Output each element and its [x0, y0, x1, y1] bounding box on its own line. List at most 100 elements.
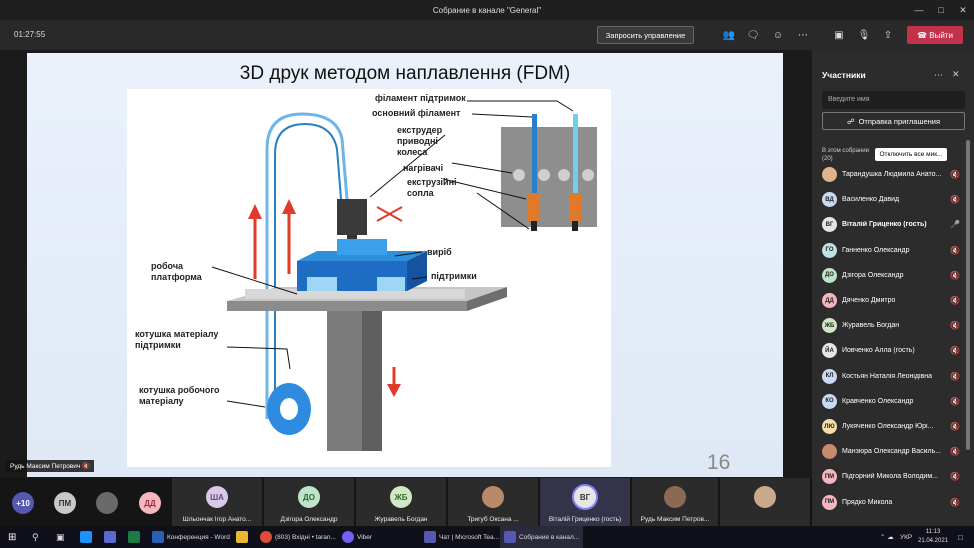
leave-button[interactable]: ☎ Выйти	[907, 26, 963, 44]
avatar[interactable]: ДД	[139, 492, 161, 514]
skype-icon[interactable]	[80, 526, 95, 548]
participants-icon[interactable]: 👥	[722, 28, 736, 42]
participant-row[interactable]: Манзюра Олександр Василь... 🔇	[822, 441, 967, 463]
more-actions-icon[interactable]: ⋯	[796, 28, 810, 42]
mic-off-icon[interactable]: 🔇	[950, 422, 960, 431]
clock-date: 21.04.2021	[918, 538, 949, 544]
participant-name: Лукяченко Олександр Юрі...	[842, 423, 934, 430]
participants-panel: Участники ⋯ ✕ Введите имя ☍ Отправка приг…	[812, 50, 974, 526]
task-view-icon[interactable]: ▣	[56, 526, 65, 548]
shared-screen-stage: 3D друк методом наплавлення (FDM) філаме…	[0, 50, 812, 478]
participant-tile-active[interactable]: ВГ Віталій Гриценко (гость)	[540, 478, 630, 526]
mic-off-icon[interactable]: 🔇	[950, 321, 960, 330]
share-icon: ☍	[846, 116, 855, 126]
label-main-spool: котушка робочого матеріалу	[139, 385, 220, 406]
mute-all-button[interactable]: Отключить все мик...	[875, 148, 947, 161]
mic-off-icon[interactable]: 🔇	[950, 296, 960, 305]
mic-off-icon[interactable]: 🔇	[950, 447, 960, 456]
participant-name: Шльончак Ігор Анато...	[182, 516, 252, 523]
label-nozzles: екструзійні сопла	[407, 177, 457, 198]
mic-off-icon[interactable]: 🔇	[950, 397, 960, 406]
clock-time: 11:13	[925, 529, 941, 535]
participant-tile[interactable]: ША Шльончак Ігор Анато...	[172, 478, 262, 526]
language-indicator[interactable]: УКР	[900, 526, 912, 548]
participant-row[interactable]: ЛЮ Лукяченко Олександр Юрі... 🔇	[822, 416, 967, 438]
meeting-toolbar: 01:27:55 Запросить управление 👥 🗨 ☺ ⋯ ▣ …	[0, 20, 974, 50]
reactions-icon[interactable]: ☺	[771, 28, 785, 42]
clock[interactable]: 11:13 21.04.2021	[918, 526, 948, 548]
request-control-button[interactable]: Запросить управление	[597, 26, 694, 44]
close-icon[interactable]: ✕	[952, 0, 974, 20]
search-icon[interactable]: ⚲	[32, 526, 39, 548]
participant-name: Дяченко Дмитро	[842, 297, 896, 304]
taskbar-viber[interactable]: Viber	[342, 526, 372, 548]
in-meeting-count[interactable]: В этом собрании (20)	[822, 147, 869, 163]
mic-off-icon[interactable]: 🔇	[950, 246, 960, 255]
participant-row[interactable]: ПМ Підгорний Микола Володим... 🔇	[822, 466, 967, 488]
participant-search-input[interactable]: Введите имя	[822, 91, 965, 109]
mic-off-icon[interactable]: 🔇	[950, 498, 960, 507]
maximize-icon[interactable]: □	[930, 0, 952, 20]
participant-row[interactable]: ЖБ Журавель Богдан 🔇	[822, 315, 967, 337]
participant-row[interactable]: ПМ Прядко Микола 🔇	[822, 492, 967, 514]
mic-off-icon[interactable]: 🎙	[857, 28, 871, 42]
share-screen-icon[interactable]: ⇧	[881, 28, 895, 42]
label-product: виріб	[427, 247, 452, 257]
participant-row[interactable]: ВГ Віталій Гриценко (гость) 🎤	[822, 214, 967, 236]
participant-row[interactable]: КЛ Костьян Наталія Леонідівна 🔇	[822, 366, 967, 388]
taskbar-teams-meeting-label: Собрание в канал...	[519, 533, 580, 541]
slide-title: 3D друк методом наплавлення (FDM)	[239, 63, 571, 84]
taskbar-word-label: Конференция - Word	[167, 533, 230, 541]
participant-name: Прядко Микола	[842, 498, 893, 506]
participant-tile[interactable]: ДО Дзігора Олександр	[264, 478, 354, 526]
avatar: ВД	[822, 192, 837, 208]
mic-off-icon[interactable]: 🔇	[950, 472, 960, 481]
mic-off-icon[interactable]: 🔇	[950, 346, 960, 355]
close-panel-icon[interactable]: ✕	[952, 69, 960, 80]
taskbar-teams-chat-label: Чат | Microsoft Tea...	[439, 533, 500, 541]
taskbar-teams-meeting[interactable]: Собрание в канал...	[500, 526, 584, 548]
participant-name: Кравченко Олександр	[842, 397, 914, 405]
participant-row[interactable]: КО Кравченко Олександр 🔇	[822, 391, 967, 413]
label-support-spool: котушка матеріалу підтримки	[135, 329, 219, 350]
minimize-icon[interactable]: —	[908, 0, 930, 20]
participant-tile[interactable]: ЖБ Журавель Богдан	[356, 478, 446, 526]
camera-off-icon[interactable]: ▣	[832, 28, 846, 42]
mic-off-icon[interactable]: 🔇	[950, 372, 960, 381]
avatar[interactable]	[96, 492, 118, 514]
taskbar-chrome[interactable]: (803) Вхідні • taran...	[260, 526, 336, 548]
mic-off-icon[interactable]: 🔇	[950, 271, 960, 280]
file-explorer-icon[interactable]	[236, 526, 251, 548]
avatar[interactable]: ПМ	[54, 492, 76, 514]
participant-row[interactable]: ЙА Йовченко Алла (гость) 🔇	[822, 340, 967, 362]
start-icon[interactable]: ⊞	[8, 526, 16, 548]
notifications-icon[interactable]: □	[958, 526, 963, 548]
participant-tile[interactable]: Тригуб Оксана ...	[448, 478, 538, 526]
windows-taskbar: ⊞ ⚲ ▣ Конференция - Word (803) Вхідні • …	[0, 526, 974, 548]
participant-row[interactable]: ВД Василенко Давид 🔇	[822, 189, 967, 211]
save-icon[interactable]	[104, 526, 119, 548]
taskbar-teams-chat[interactable]: Чат | Microsoft Tea...	[424, 526, 499, 548]
excel-icon[interactable]	[128, 526, 143, 548]
participant-name: Костьян Наталія Леонідівна	[842, 372, 933, 380]
participant-tile[interactable]: Рудь Максим Петров...	[632, 478, 718, 526]
avatar	[822, 167, 837, 182]
more-options-icon[interactable]: ⋯	[934, 70, 943, 81]
send-invite-button[interactable]: ☍ Отправка приглашения	[822, 112, 965, 130]
overflow-participants-button[interactable]: +10	[12, 492, 34, 514]
participant-row[interactable]: ГО Ганненко Олександр 🔇	[822, 240, 967, 262]
taskbar-word[interactable]: Конференция - Word	[152, 526, 230, 548]
participant-tile[interactable]	[720, 478, 810, 526]
mic-on-icon[interactable]: 🎤	[950, 220, 960, 229]
participant-row[interactable]: ДО Дзігора Олександр 🔇	[822, 265, 967, 287]
mic-off-icon[interactable]: 🔇	[950, 195, 960, 204]
panel-scrollbar[interactable]	[966, 140, 970, 450]
mic-off-icon[interactable]: 🔇	[950, 170, 960, 179]
title-bar: Собрание в канале "General" — □ ✕	[0, 0, 974, 20]
chat-icon[interactable]: 🗨	[746, 28, 760, 42]
participant-row[interactable]: Тарандушка Людмила Анато... 🔇	[822, 164, 967, 186]
label-supports: підтримки	[431, 271, 477, 281]
participant-row[interactable]: ДД Дяченко Дмитро 🔇	[822, 290, 967, 312]
system-tray-icons[interactable]: ⌃ ☁	[880, 526, 894, 548]
mic-off-icon: 🔇	[82, 463, 91, 470]
